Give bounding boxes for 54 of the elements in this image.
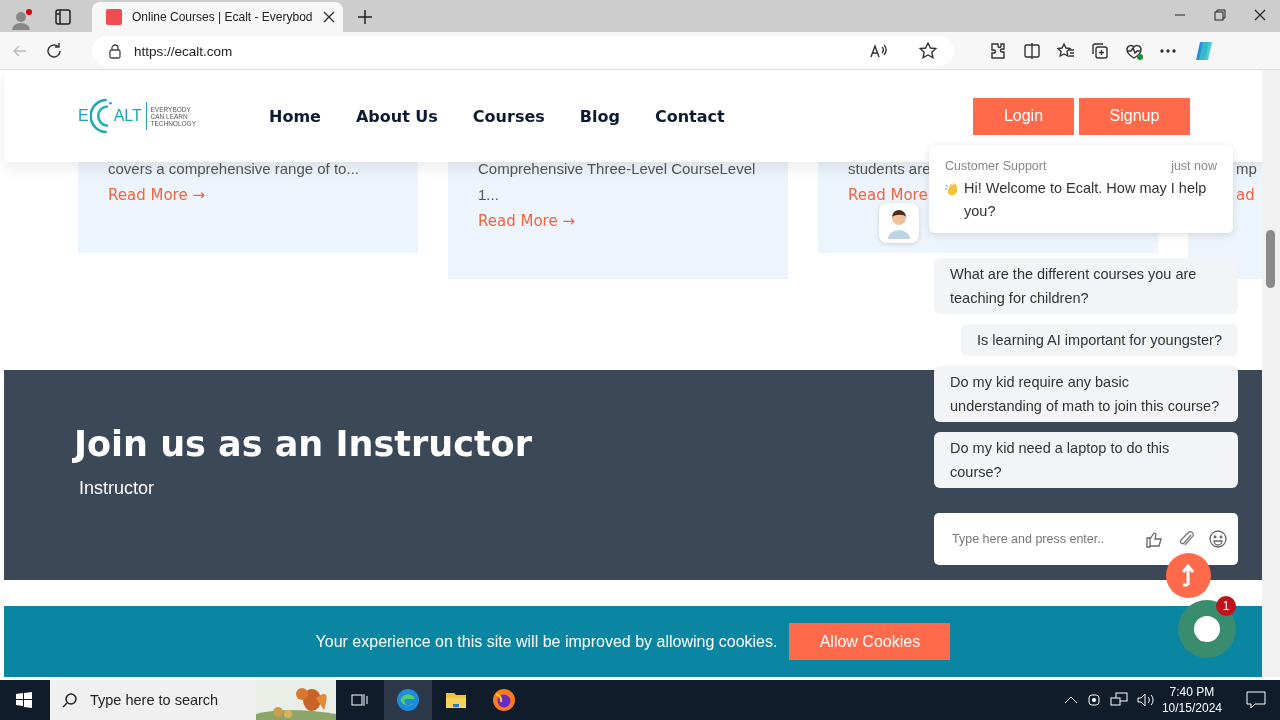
notifications-icon[interactable] [1246, 691, 1266, 709]
card-description: mp [1236, 162, 1257, 179]
search-field[interactable]: Type here to search [88, 691, 242, 709]
new-tab-icon[interactable] [356, 9, 373, 25]
section-subtitle: Instructor [79, 478, 155, 499]
logo-word: ALT [113, 107, 142, 125]
address-bar[interactable]: https://ecalt.com [92, 36, 954, 66]
card-description: covers a comprehensive range of to... [108, 162, 359, 179]
close-icon[interactable] [1254, 9, 1266, 21]
nav-link[interactable]: Courses [472, 106, 545, 126]
favorite-star-icon[interactable] [918, 41, 938, 61]
edge-icon[interactable] [396, 688, 420, 712]
waving-hand-icon [945, 181, 960, 197]
browser-tab[interactable]: Online Courses | Ecalt - Everybod [92, 2, 343, 32]
favicon-icon [106, 9, 122, 25]
extensions-icon[interactable] [988, 41, 1008, 61]
tab-actions-icon[interactable] [54, 8, 72, 26]
close-icon[interactable] [322, 11, 335, 23]
card-description: Comprehensive Three-Level CourseLevel 1... [478, 162, 757, 205]
collections-icon[interactable] [1090, 41, 1110, 61]
suggestion-chip[interactable]: Do my kid need a laptop to do this course? [934, 432, 1238, 488]
agent-name: Customer Support [945, 159, 1047, 173]
smiley-icon[interactable] [1208, 529, 1228, 549]
greeting-text: Hi! Welcome to Ecalt. How may I help you? [964, 179, 1208, 221]
card-description: students are [848, 162, 931, 179]
split-screen-icon[interactable] [1022, 41, 1042, 61]
volume-icon[interactable] [1135, 692, 1156, 708]
profile-icon[interactable] [10, 8, 34, 32]
folder-icon[interactable] [445, 690, 467, 710]
nav-link[interactable]: About Us [355, 106, 438, 126]
message-time: just now [1171, 159, 1217, 173]
network-icon[interactable] [1109, 692, 1128, 708]
task-view-icon[interactable] [351, 692, 369, 708]
logo-letter: E [78, 107, 89, 125]
cookie-message: Your experience on this site will be improved by allowing cookies. [315, 632, 778, 651]
nav-link[interactable]: Blog [579, 106, 620, 126]
chevron-up-icon[interactable] [1063, 695, 1078, 705]
agent-avatar [879, 203, 919, 243]
restore-icon[interactable] [1214, 9, 1226, 21]
scrollbar[interactable] [1262, 70, 1280, 677]
section-title: Join us as an Instructor [74, 424, 532, 464]
notification-badge: 1 [1216, 596, 1236, 616]
suggestion-chip[interactable]: Do my kid require any basic understanding of math to join this course? [934, 366, 1238, 422]
suggestion-chip[interactable]: Is learning AI important for youngster? [960, 324, 1238, 356]
nav-link[interactable]: Contact [654, 106, 725, 126]
taskbar-clock[interactable]: 7:40 PM 10/15/2024 [1161, 684, 1222, 716]
suggestion-chip[interactable]: What are the different courses you are teaching for children? [934, 258, 1238, 314]
windows-start-icon[interactable] [16, 692, 32, 708]
search-icon [62, 692, 78, 708]
refresh-icon[interactable] [44, 41, 64, 61]
firefox-icon[interactable] [492, 688, 516, 712]
meet-now-icon[interactable] [1085, 692, 1102, 708]
lock-icon [108, 43, 122, 59]
nav-link[interactable]: Home [269, 106, 321, 126]
